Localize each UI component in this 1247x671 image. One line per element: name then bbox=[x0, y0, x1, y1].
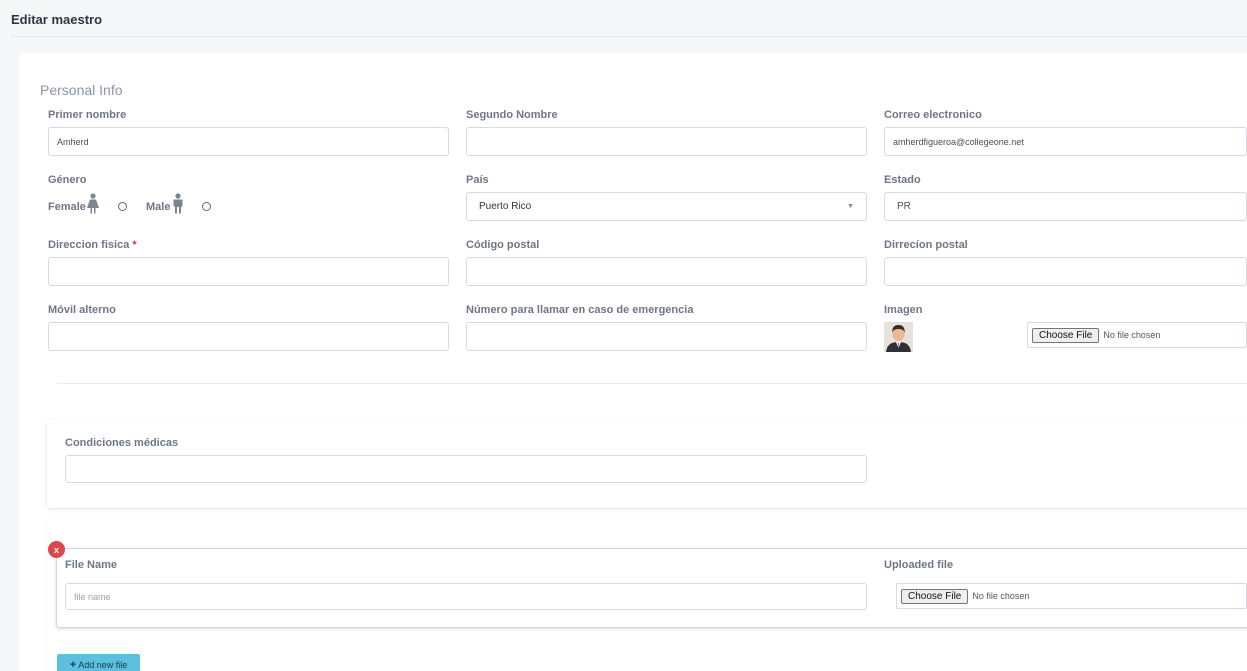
uploaded-file-status: No file chosen bbox=[972, 591, 1030, 601]
email-label: Correo electronico bbox=[884, 109, 982, 121]
male-icon bbox=[173, 193, 183, 214]
medical-label: Condiciones médicas bbox=[65, 437, 179, 449]
section-title: Personal Info bbox=[40, 82, 123, 98]
postal-address-input[interactable] bbox=[884, 257, 1247, 286]
female-icon bbox=[87, 193, 99, 214]
male-label: Male bbox=[146, 201, 171, 213]
close-icon: x bbox=[53, 544, 59, 555]
avatar bbox=[884, 322, 913, 352]
required-mark: * bbox=[132, 239, 137, 251]
postal-code-input[interactable] bbox=[466, 257, 867, 286]
female-radio[interactable] bbox=[118, 202, 127, 211]
emergency-phone-input[interactable] bbox=[466, 322, 867, 351]
gender-label: Género bbox=[48, 174, 87, 186]
country-select-value: Puerto Rico bbox=[479, 201, 532, 212]
uploaded-file-input[interactable]: Choose File No file chosen bbox=[896, 583, 1247, 609]
postal-code-label: Código postal bbox=[466, 239, 540, 251]
first-name-label: Primer nombre bbox=[48, 109, 127, 121]
title-divider bbox=[11, 36, 1247, 37]
email-input[interactable] bbox=[884, 127, 1247, 156]
alt-mobile-label: Móvil alterno bbox=[48, 304, 116, 316]
image-file-input[interactable]: Choose File No file chosen bbox=[1027, 322, 1247, 348]
file-name-label: File Name bbox=[65, 559, 117, 571]
state-label: Estado bbox=[884, 174, 921, 186]
avatar-person-icon bbox=[884, 322, 913, 352]
country-label: País bbox=[466, 174, 489, 186]
state-input[interactable] bbox=[884, 192, 1247, 221]
file-name-input[interactable] bbox=[65, 583, 867, 610]
physical-address-label-text: Direccion fisica bbox=[48, 239, 130, 251]
emergency-phone-label: Número para llamar en caso de emergencia bbox=[466, 304, 694, 316]
remove-file-button[interactable]: x bbox=[48, 541, 65, 558]
page-title: Editar maestro bbox=[11, 12, 103, 27]
physical-address-input[interactable] bbox=[48, 257, 449, 286]
image-choose-file-button[interactable]: Choose File bbox=[1032, 327, 1100, 343]
medical-input[interactable] bbox=[65, 455, 867, 483]
postal-address-label: Dirrecíon postal bbox=[884, 239, 968, 251]
country-select[interactable]: Puerto Rico ▼ bbox=[466, 192, 867, 221]
second-name-label: Segundo Nombre bbox=[466, 109, 558, 121]
alt-mobile-input[interactable] bbox=[48, 322, 449, 351]
plus-icon: + bbox=[69, 659, 77, 671]
physical-address-label: Direccion fisica * bbox=[48, 239, 137, 251]
second-name-input[interactable] bbox=[466, 127, 867, 156]
female-label: Female bbox=[48, 201, 86, 213]
male-radio[interactable] bbox=[202, 202, 211, 211]
uploaded-choose-file-button[interactable]: Choose File bbox=[901, 588, 969, 604]
add-new-file-label: Add new file bbox=[78, 660, 128, 670]
chevron-down-icon: ▼ bbox=[847, 203, 854, 210]
add-new-file-button[interactable]: + Add new file bbox=[57, 654, 140, 671]
uploaded-file-label: Uploaded file bbox=[884, 559, 954, 571]
section-divider bbox=[57, 383, 1247, 384]
image-file-status: No file chosen bbox=[1103, 330, 1161, 340]
image-label: Imagen bbox=[884, 304, 923, 316]
first-name-input[interactable] bbox=[48, 127, 449, 156]
